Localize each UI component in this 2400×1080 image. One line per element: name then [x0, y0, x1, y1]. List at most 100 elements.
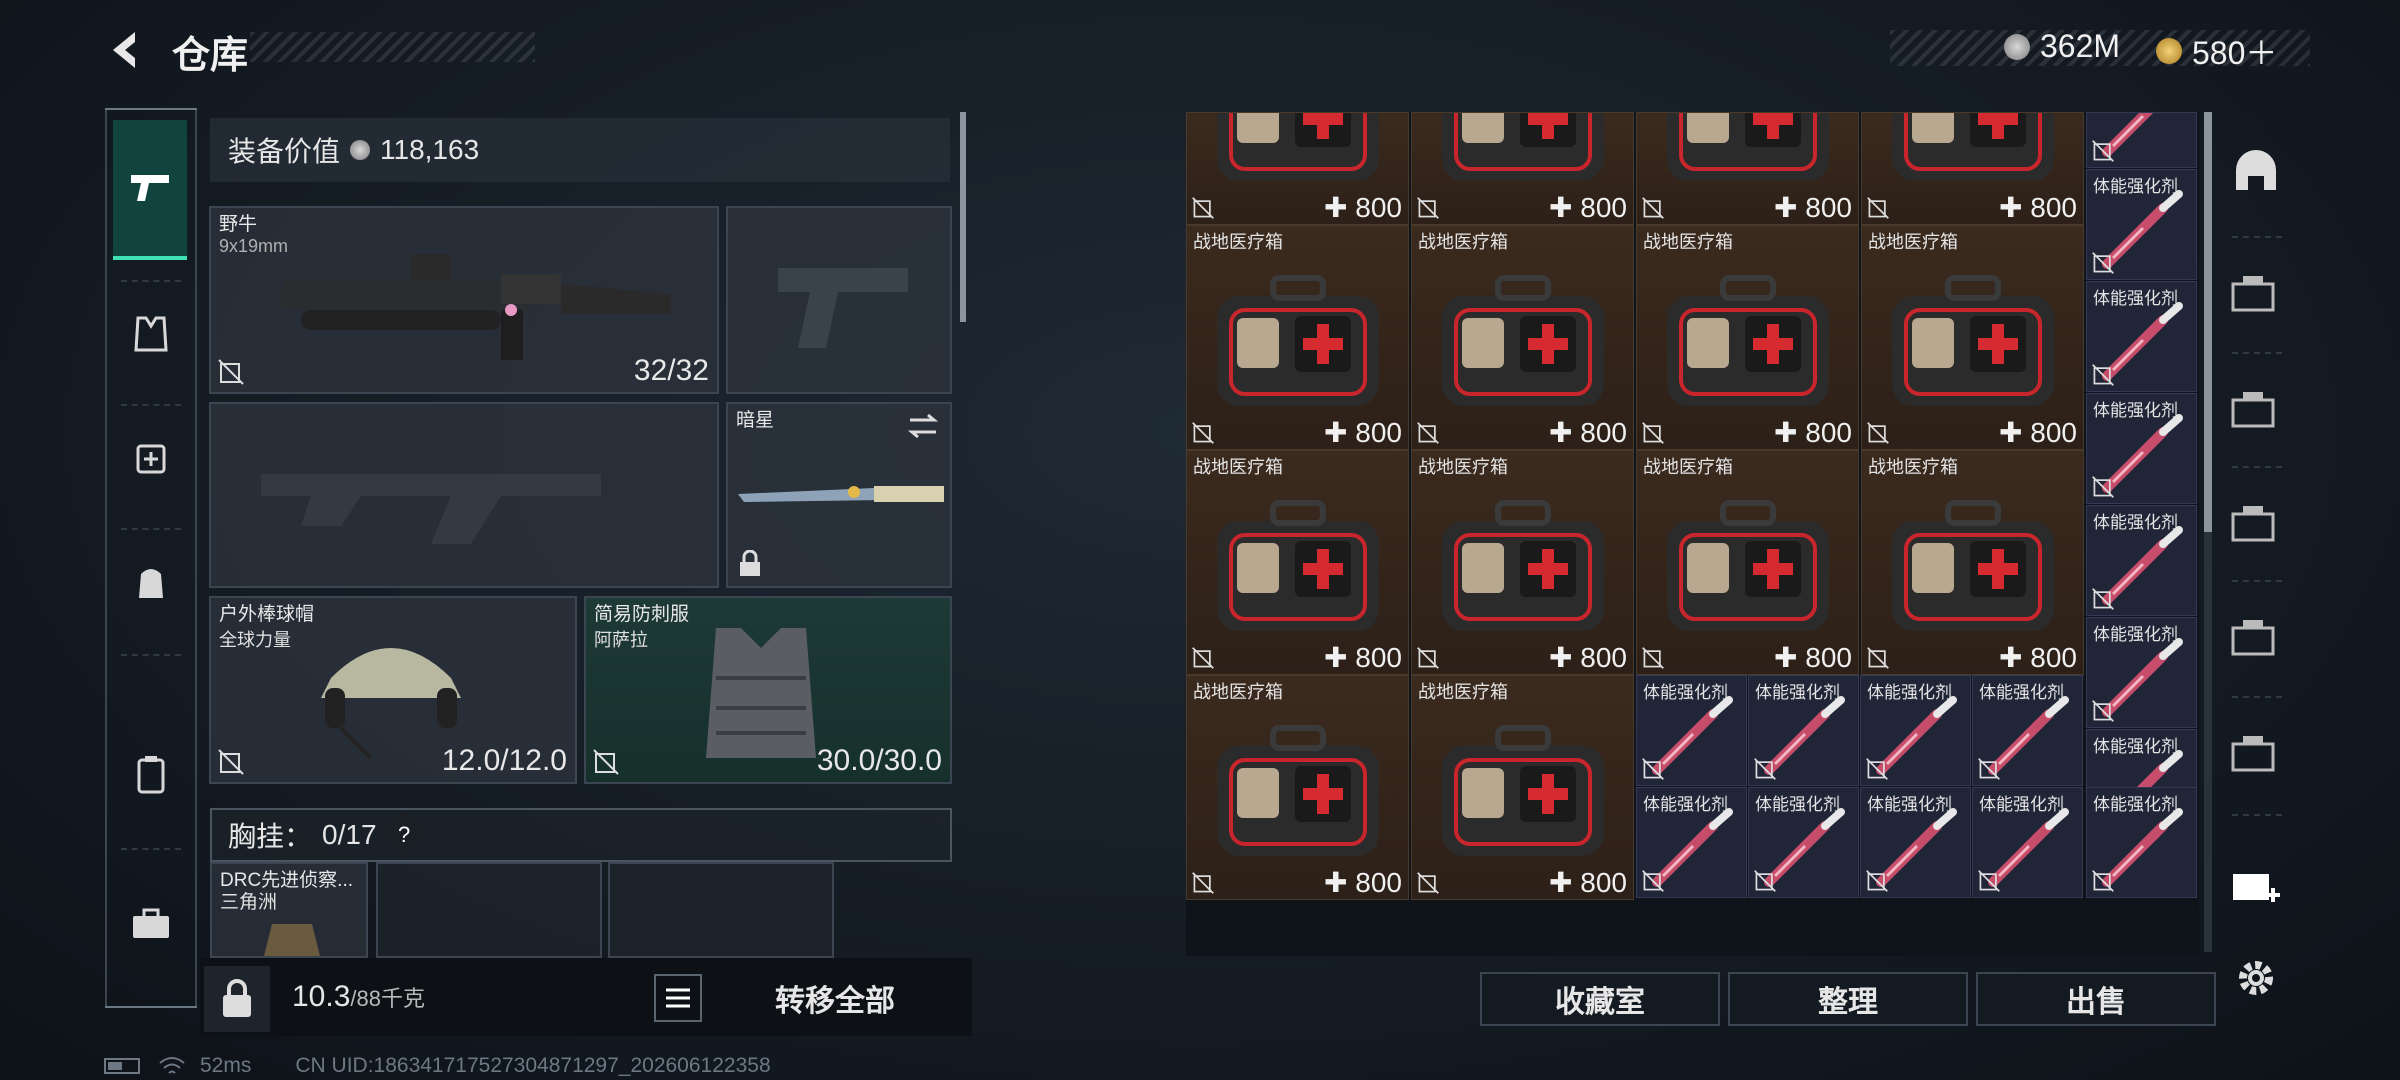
medkit-item[interactable]: 战地医疗箱 ✚ 800: [1636, 450, 1859, 675]
item-hp-value: 800: [1355, 642, 1402, 673]
transfer-all-button[interactable]: 转移全部: [715, 968, 955, 1028]
sort-button[interactable]: 整理: [1728, 972, 1968, 1026]
not-insured-icon: [1642, 197, 1664, 219]
coin-icon: [2004, 33, 2030, 60]
lock-button[interactable]: [204, 966, 270, 1032]
slot-pistol-empty[interactable]: [726, 206, 952, 394]
weight-readout: 10.3/88千克: [292, 980, 425, 1014]
title-decoration: [250, 32, 535, 62]
stash-tab-3[interactable]: [2224, 376, 2288, 440]
stim-item[interactable]: 体能强化剂: [1860, 787, 1971, 898]
helmet-name: 户外棒球帽: [219, 604, 315, 625]
medkit-item[interactable]: 战地医疗箱 ✚ 800: [1861, 225, 2084, 450]
stim-item[interactable]: 体能强化剂: [1636, 675, 1747, 786]
medkit-item[interactable]: 战地医疗箱 ✚ 800: [1186, 450, 1409, 675]
currency-coins[interactable]: 362M: [2004, 28, 2120, 65]
stash-tab-home[interactable]: [2224, 140, 2288, 204]
help-icon[interactable]: ?: [379, 810, 428, 860]
not-insured-icon: [2092, 140, 2114, 162]
safe-house-icon: [2236, 150, 2276, 190]
gold-amount: 580＋: [2192, 35, 2278, 71]
item-hp: ✚ 800: [1324, 641, 1402, 674]
add-stash-tab-button[interactable]: [2224, 850, 2288, 914]
stim-item[interactable]: 体能强化剂: [2086, 617, 2197, 728]
item-hp: ✚ 800: [1774, 416, 1852, 449]
stim-item[interactable]: 体能强化剂: [1748, 787, 1859, 898]
nav-armor[interactable]: [115, 298, 187, 370]
stim-item[interactable]: 体能强化剂: [2086, 787, 2197, 898]
left-scrollbar[interactable]: [960, 112, 966, 322]
back-button[interactable]: [100, 26, 150, 74]
stash-tab-6[interactable]: [2224, 720, 2288, 784]
stim-item[interactable]: 体能强化剂: [2086, 505, 2197, 616]
chest-rig-bar[interactable]: 胸挂： 0/17 ?: [210, 808, 952, 862]
medkit-item[interactable]: 战地医疗箱 ✚ 800: [1411, 675, 1634, 900]
nav-medical[interactable]: [115, 420, 187, 492]
currency-gold[interactable]: 580＋: [2156, 28, 2277, 74]
not-insured-icon: [1192, 197, 1214, 219]
stash-tab-2[interactable]: [2224, 260, 2288, 324]
stim-item[interactable]: [2086, 112, 2197, 168]
item-hp-value: 800: [1355, 417, 1402, 448]
medkit-item[interactable]: ✚ 800: [1411, 112, 1634, 225]
stim-item[interactable]: 体能强化剂: [1748, 675, 1859, 786]
nav-toolbox[interactable]: [115, 888, 187, 960]
medkit-icon: [1217, 113, 1379, 181]
plus-icon: ✚: [1549, 417, 1581, 448]
medkit-item[interactable]: 战地医疗箱 ✚ 800: [1636, 225, 1859, 450]
stim-item[interactable]: 体能强化剂: [1972, 675, 2083, 786]
list-view-button[interactable]: [654, 974, 702, 1022]
slot-melee[interactable]: 暗星: [726, 402, 952, 588]
medkit-icon: [1892, 113, 2054, 181]
slot-secondary-weapon-empty[interactable]: [209, 402, 719, 588]
medkit-item[interactable]: ✚ 800: [1186, 112, 1409, 225]
not-insured-icon: [2092, 364, 2114, 386]
slot-rig-empty-1[interactable]: [376, 862, 602, 958]
equipment-value-amount: 118,163: [380, 134, 480, 165]
sell-button[interactable]: 出售: [1976, 972, 2216, 1026]
backpack-name: DRC先进侦察...: [220, 870, 354, 891]
weight-current: 10.3: [292, 980, 351, 1013]
stash-tab-4[interactable]: [2224, 490, 2288, 554]
medkit-item[interactable]: 战地医疗箱 ✚ 800: [1186, 675, 1409, 900]
medkit-item[interactable]: 战地医疗箱 ✚ 800: [1411, 450, 1634, 675]
armor-name: 简易防刺服: [594, 604, 690, 625]
stim-item[interactable]: 体能强化剂: [2086, 281, 2197, 392]
stash-tab-5[interactable]: [2224, 604, 2288, 668]
medkit-item[interactable]: 战地医疗箱 ✚ 800: [1861, 450, 2084, 675]
slot-backpack[interactable]: DRC先进侦察... 三角洲: [210, 862, 368, 958]
not-insured-icon: [1417, 422, 1439, 444]
medkit-icon: [1442, 725, 1604, 856]
back-arrow-icon: [113, 32, 135, 68]
not-insured-icon: [1754, 870, 1776, 892]
plus-icon: ✚: [1549, 867, 1581, 898]
slot-armor[interactable]: 简易防刺服 阿萨拉 30.0/30.0: [584, 596, 952, 784]
stash-scroll-thumb[interactable]: [2204, 112, 2212, 532]
stim-item[interactable]: 体能强化剂: [2086, 169, 2197, 280]
stim-item[interactable]: 体能强化剂: [1636, 787, 1747, 898]
category-rail: [105, 108, 197, 1008]
medkit-item[interactable]: ✚ 800: [1861, 112, 2084, 225]
stim-item[interactable]: 体能强化剂: [1972, 787, 2083, 898]
medkit-item[interactable]: 战地医疗箱 ✚ 800: [1186, 225, 1409, 450]
slot-helmet[interactable]: 户外棒球帽 全球力量 12.0/12.0: [209, 596, 577, 784]
item-hp: ✚ 800: [1549, 866, 1627, 899]
stim-item[interactable]: 体能强化剂: [2086, 393, 2197, 504]
collection-room-button[interactable]: 收藏室: [1480, 972, 1720, 1026]
settings-button[interactable]: [2224, 946, 2288, 1010]
item-hp-value: 800: [2030, 192, 2077, 223]
nav-backpack[interactable]: [115, 546, 187, 618]
item-hp-value: 800: [1580, 192, 1627, 223]
slot-primary-weapon[interactable]: 野牛 9x19mm 32/32: [209, 206, 719, 394]
stim-item[interactable]: 体能强化剂: [1860, 675, 1971, 786]
item-name: 战地医疗箱: [1418, 682, 1508, 702]
nav-container[interactable]: [115, 738, 187, 810]
stash-case-icon: [2231, 392, 2275, 428]
medkit-item[interactable]: ✚ 800: [1636, 112, 1859, 225]
slot-rig-empty-2[interactable]: [608, 862, 834, 958]
plus-icon: ✚: [1999, 642, 2031, 673]
nav-weapons[interactable]: [113, 120, 187, 260]
swap-icon[interactable]: [906, 412, 940, 440]
weight-max: /88千克: [350, 986, 425, 1011]
medkit-item[interactable]: 战地医疗箱 ✚ 800: [1411, 225, 1634, 450]
